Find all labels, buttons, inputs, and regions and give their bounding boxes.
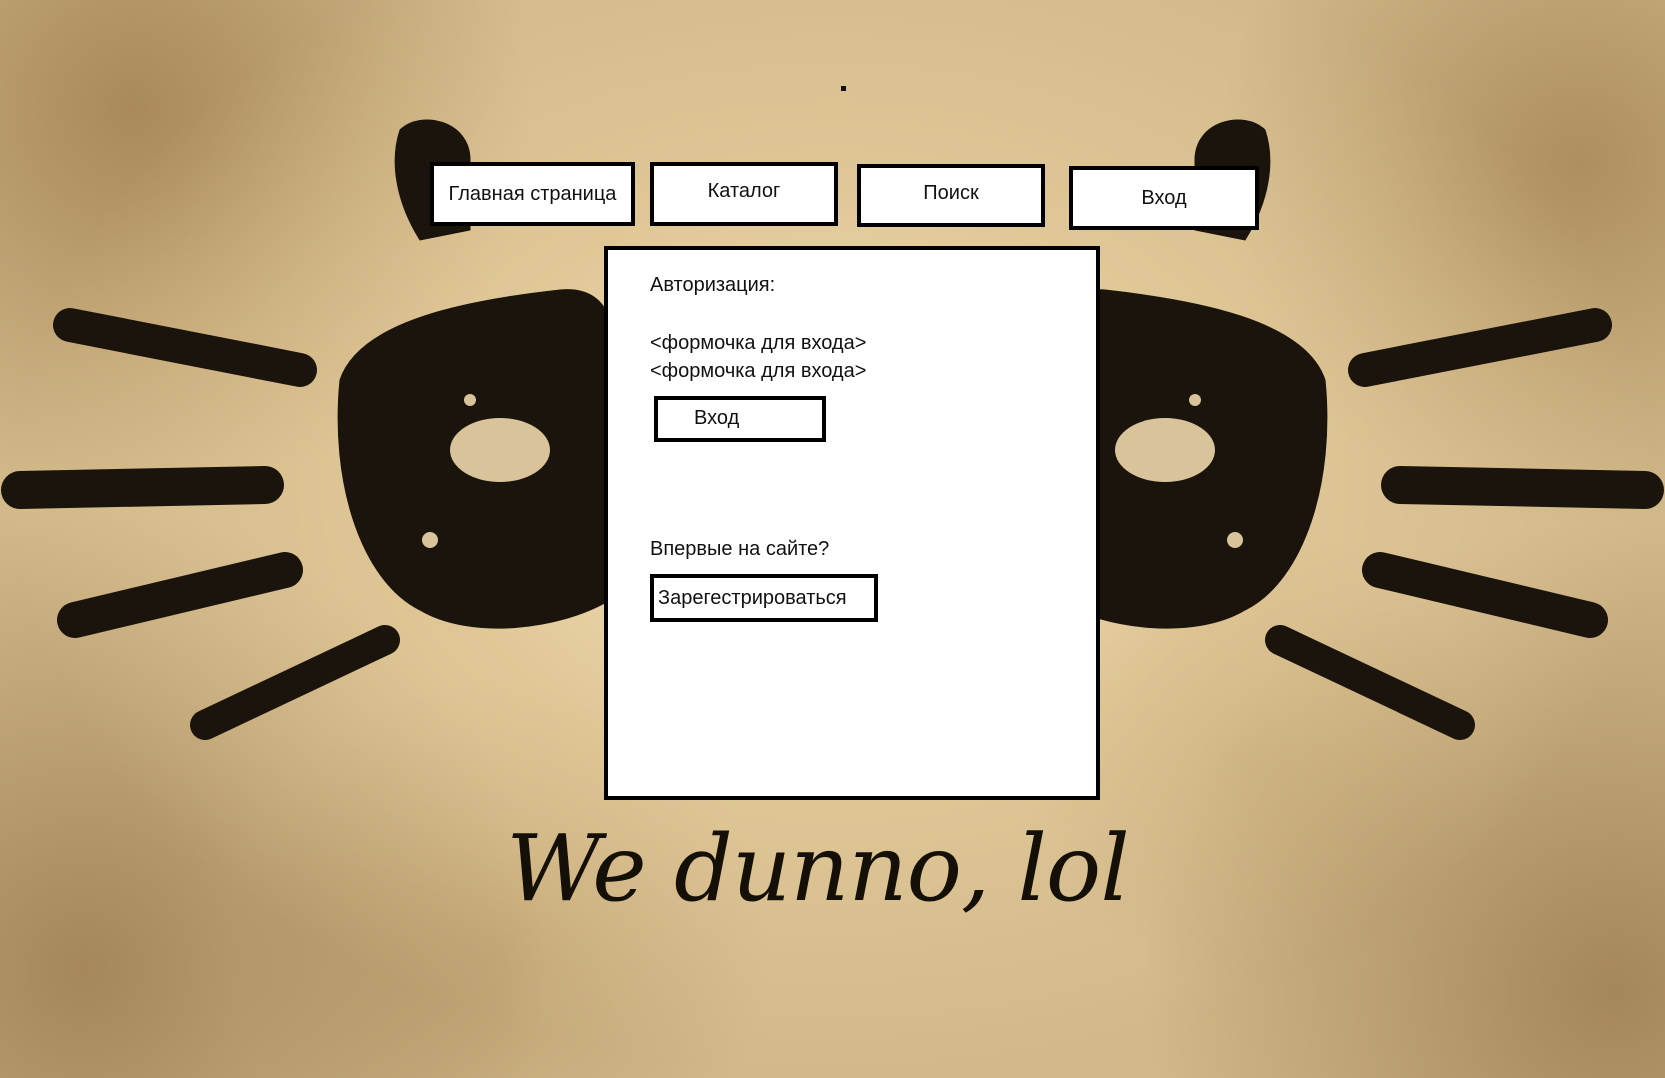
slogan-heading: We dunno, lol [0, 815, 1665, 922]
register-button[interactable]: Зарегестрироваться [650, 574, 878, 622]
first-time-text: Впервые на сайте? [650, 538, 830, 560]
decorative-dot [841, 86, 846, 91]
login-form-placeholder-1[interactable]: <формочка для входа> [650, 332, 866, 355]
nav-login-button[interactable]: Вход [1069, 166, 1259, 230]
nav-catalog-button[interactable]: Каталог [650, 162, 838, 226]
nav-home-button[interactable]: Главная страница [430, 162, 635, 226]
login-button[interactable]: Вход [654, 396, 826, 442]
nav-search-button[interactable]: Поиск [857, 164, 1045, 227]
slogan-text: We dunno, lol [506, 815, 1130, 922]
auth-title: Авторизация: [650, 274, 776, 296]
auth-panel: Авторизация: <формочка для входа> <формо… [604, 246, 1100, 800]
login-form-placeholder-2[interactable]: <формочка для входа> [650, 360, 866, 383]
